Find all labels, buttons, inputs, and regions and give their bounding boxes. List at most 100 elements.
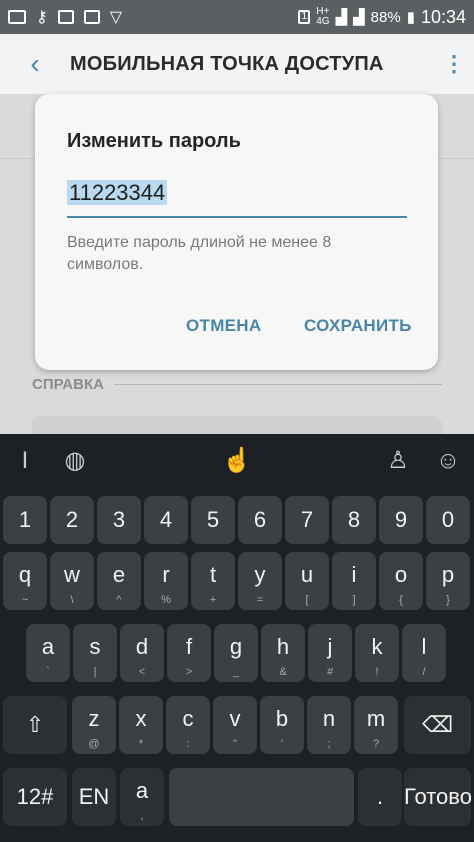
key-a-label: a <box>41 634 55 659</box>
password-value: 11223344 <box>67 180 168 205</box>
symbols-key[interactable]: 12# <box>3 768 67 826</box>
key-5[interactable]: 5 <box>191 496 235 544</box>
key-c[interactable]: c: <box>166 696 210 754</box>
network-type-label: H+ 4G <box>316 6 330 27</box>
back-arrow-icon[interactable]: ‹ <box>0 48 70 80</box>
key-5-label: 5 <box>206 507 220 532</box>
key-s[interactable]: s | <box>73 624 117 682</box>
status-bar: ⚷ ▽ 1 H+ 4G ▟ ▟ 88% ▮ 10:34 <box>0 0 474 34</box>
key-x-secondary: * <box>138 738 144 750</box>
key-s-label: s <box>89 634 101 659</box>
key-e-label: e <box>112 562 126 587</box>
shirt-icon[interactable]: ♙ <box>383 446 413 476</box>
key-k[interactable]: k! <box>355 624 399 682</box>
period-key[interactable]: . <box>358 768 402 826</box>
key-4-label: 4 <box>159 507 173 532</box>
key-f[interactable]: f > <box>167 624 211 682</box>
key-v-secondary: " <box>233 738 237 750</box>
backspace-icon-label: ⌫ <box>421 712 454 737</box>
comma-key-label: a <box>135 778 149 803</box>
key-f-label: f <box>185 634 193 659</box>
key-p-label: p <box>441 562 455 587</box>
space-key[interactable] <box>169 768 354 826</box>
key-7[interactable]: 7 <box>285 496 329 544</box>
key-m-secondary: ? <box>372 738 380 750</box>
key-o-label: o <box>394 562 408 587</box>
key-x[interactable]: x * <box>119 696 163 754</box>
globe-icon[interactable]: ◍ <box>60 446 90 476</box>
key-t-label: t <box>209 562 217 587</box>
key-l-label: l <box>421 634 427 659</box>
key-j[interactable]: j # <box>308 624 352 682</box>
key-l-secondary: / <box>422 666 426 678</box>
key-h[interactable]: h & <box>261 624 305 682</box>
key-f-secondary: > <box>185 666 193 678</box>
key-w[interactable]: w \ <box>50 552 94 610</box>
backspace-icon[interactable]: ⌫ <box>404 696 471 754</box>
battery-percent: 88% <box>370 8 401 26</box>
key-d[interactable]: d < <box>120 624 164 682</box>
section-header: СПРАВКА <box>32 376 442 393</box>
key-p[interactable]: p} <box>426 552 470 610</box>
key-b-secondary: ' <box>280 738 284 750</box>
key-r[interactable]: r% <box>144 552 188 610</box>
key-a-secondary: ` <box>46 666 50 678</box>
key-c-secondary: : <box>186 738 190 750</box>
key-o[interactable]: o{ <box>379 552 423 610</box>
key-e[interactable]: e ^ <box>97 552 141 610</box>
emoji-icon[interactable]: ☺ <box>433 446 463 476</box>
change-password-dialog: Изменить пароль 11223344 Введите пароль … <box>35 94 438 370</box>
key-t[interactable]: t + <box>191 552 235 610</box>
key-m[interactable]: m? <box>354 696 398 754</box>
done-key-label: Готово <box>404 784 472 809</box>
password-input[interactable]: 11223344 <box>67 176 407 218</box>
shift-icon[interactable]: ⇧ <box>3 696 67 754</box>
language-key[interactable]: EN <box>72 768 116 826</box>
key-n[interactable]: n; <box>307 696 351 754</box>
key-9[interactable]: 9 <box>379 496 423 544</box>
key-i-secondary: ] <box>352 594 356 606</box>
key-v[interactable]: v " <box>213 696 257 754</box>
key-6[interactable]: 6 <box>238 496 282 544</box>
gesture-icon[interactable]: ☝ <box>222 446 252 476</box>
key-2[interactable]: 2 <box>50 496 94 544</box>
key-y[interactable]: y = <box>238 552 282 610</box>
key-i[interactable]: i] <box>332 552 376 610</box>
sim-icon: 1 <box>298 10 311 24</box>
key-2-label: 2 <box>65 507 79 532</box>
key-1[interactable]: 1 <box>3 496 47 544</box>
key-c-label: c <box>182 706 194 731</box>
key-q[interactable]: q ~ <box>3 552 47 610</box>
key-e-secondary: ^ <box>116 594 122 606</box>
key-w-label: w <box>64 562 80 587</box>
text-cursor-icon[interactable]: I <box>10 446 40 476</box>
key-4[interactable]: 4 <box>144 496 188 544</box>
key-8[interactable]: 8 <box>332 496 376 544</box>
key-r-label: r <box>162 562 170 587</box>
key-a[interactable]: a ` <box>26 624 70 682</box>
key-b-label: b <box>275 706 289 731</box>
key-l[interactable]: l / <box>402 624 446 682</box>
done-key[interactable]: Готово <box>404 768 472 826</box>
key-9-label: 9 <box>394 507 408 532</box>
key-3-label: 3 <box>112 507 126 532</box>
key-z[interactable]: z @ <box>72 696 116 754</box>
key-y-secondary: = <box>256 594 264 606</box>
cancel-button[interactable]: ОТМЕНА <box>186 316 261 336</box>
language-key-label: EN <box>78 784 110 809</box>
key-b[interactable]: b ' <box>260 696 304 754</box>
dialog-title: Изменить пароль <box>67 130 241 152</box>
more-options-icon[interactable]: ⋮ <box>434 51 474 77</box>
symbols-key-label: 12# <box>16 784 54 809</box>
key-g[interactable]: g _ <box>214 624 258 682</box>
clock: 10:34 <box>420 6 466 27</box>
key-3[interactable]: 3 <box>97 496 141 544</box>
key-u[interactable]: u[ <box>285 552 329 610</box>
save-button[interactable]: СОХРАНИТЬ <box>304 316 412 336</box>
key-r-secondary: % <box>161 594 171 606</box>
comma-key-secondary: , <box>140 810 144 822</box>
key-y-label: y <box>254 562 266 587</box>
comma-key[interactable]: a, <box>120 768 164 826</box>
key-q-secondary: ~ <box>21 594 29 606</box>
key-0[interactable]: 0 <box>426 496 470 544</box>
